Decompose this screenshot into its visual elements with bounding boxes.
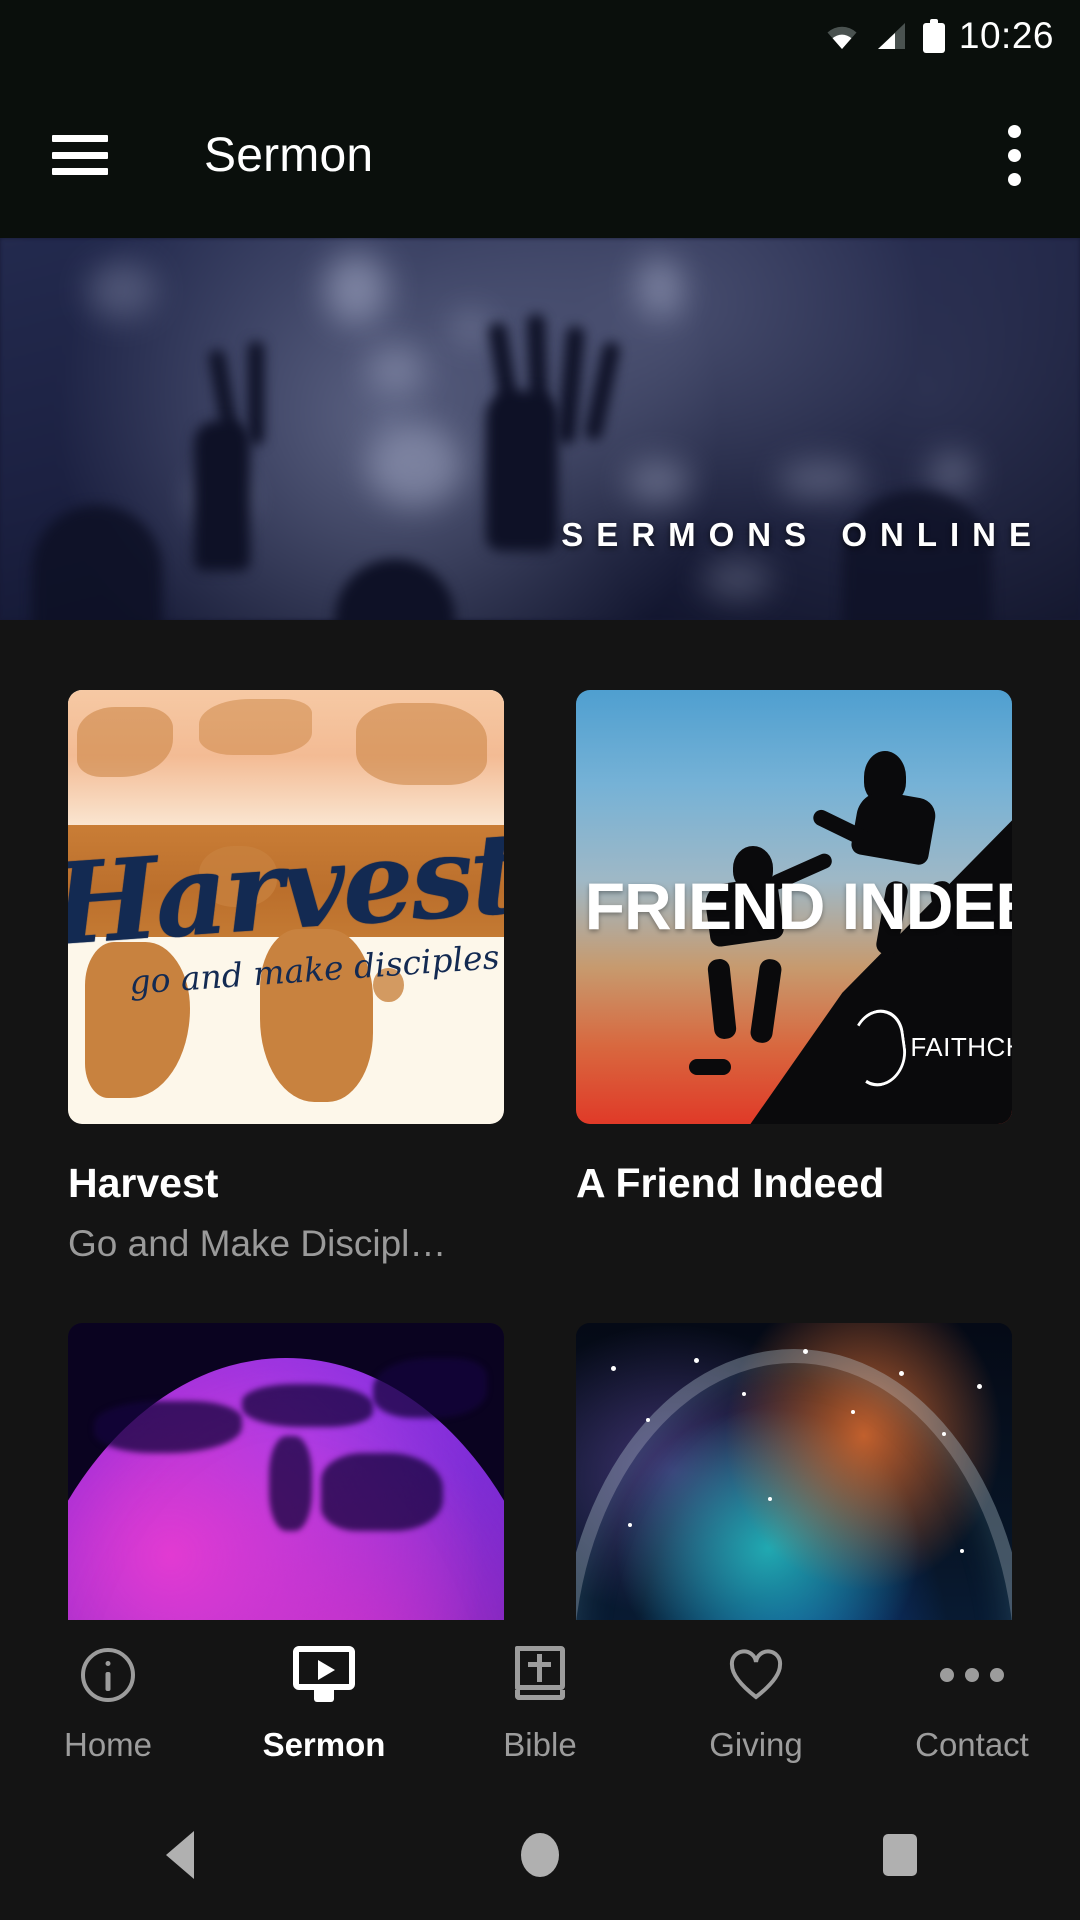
sermon-thumbnail[interactable]: Harvest go and make disciples <box>68 690 504 1124</box>
survived-artwork: SURVIVED <box>576 1323 1012 1630</box>
tab-contact[interactable]: Contact <box>864 1646 1080 1764</box>
sermon-card[interactable]: EACHING THE LOS <box>68 1323 504 1630</box>
tab-bible[interactable]: Bible <box>432 1646 648 1764</box>
bottom-tab-bar: Home Sermon Bible Giving Contact <box>0 1620 1080 1790</box>
battery-icon <box>922 19 945 53</box>
ellipsis-icon <box>940 1646 1004 1704</box>
tab-home[interactable]: Home <box>0 1646 216 1764</box>
app-screen: 10:26 Sermon SERMONS ONLINE Harvest go a… <box>0 0 1080 1920</box>
faith-church-logo: FAITHCH <box>848 1002 1012 1094</box>
app-bar: Sermon <box>0 72 1080 238</box>
reaching-the-lost-artwork: EACHING THE LOS <box>68 1323 504 1630</box>
sermon-thumbnail[interactable]: FRIEND INDEE FAITHCH <box>576 690 1012 1124</box>
tab-label: Home <box>63 1726 153 1763</box>
android-nav-bar <box>0 1790 1080 1920</box>
tab-label: Giving <box>709 1726 803 1763</box>
back-triangle-icon[interactable] <box>0 1831 360 1879</box>
overflow-menu-icon[interactable] <box>986 119 1042 191</box>
friend-indeed-headline: FRIEND INDEE <box>584 868 1012 943</box>
info-circle-icon <box>81 1646 135 1704</box>
tab-label: Bible <box>503 1726 577 1763</box>
sermon-thumbnail[interactable]: SURVIVED <box>576 1323 1012 1630</box>
harvest-artwork: Harvest go and make disciples <box>68 690 504 1124</box>
sermon-card-title: Harvest <box>68 1160 219 1206</box>
sermons-online-banner[interactable]: SERMONS ONLINE <box>0 238 1080 620</box>
tab-sermon[interactable]: Sermon <box>216 1646 432 1764</box>
tab-giving[interactable]: Giving <box>648 1646 864 1764</box>
tab-label: Contact <box>915 1726 1029 1763</box>
banner-background <box>0 238 1080 620</box>
status-bar: 10:26 <box>0 0 1080 72</box>
sermon-card[interactable]: SURVIVED <box>576 1323 1012 1630</box>
video-screen-icon <box>293 1646 355 1704</box>
sermon-card-subtitle: Go and Make Discipl… <box>68 1223 447 1264</box>
sermon-list: Harvest go and make disciples Harvest Go… <box>0 620 1080 1630</box>
tab-label: Sermon <box>262 1726 386 1763</box>
page-title: Sermon <box>204 128 374 182</box>
sermon-card-title: A Friend Indeed <box>576 1160 885 1206</box>
sermon-grid: Harvest go and make disciples Harvest Go… <box>0 620 1080 1630</box>
book-cross-icon <box>515 1646 565 1704</box>
sermon-card[interactable]: FRIEND INDEE FAITHCH A Friend Indeed <box>576 690 1012 1265</box>
faith-logo-text: FAITHCH <box>910 1032 1012 1063</box>
status-icons <box>825 19 945 53</box>
signal-icon <box>875 22 907 50</box>
status-clock: 10:26 <box>958 15 1054 56</box>
hamburger-menu-icon[interactable] <box>52 135 108 175</box>
banner-label: SERMONS ONLINE <box>561 516 1044 553</box>
recents-square-icon[interactable] <box>720 1834 1080 1876</box>
faith-mark-icon <box>848 1002 911 1094</box>
heart-icon <box>728 1646 784 1704</box>
wifi-icon <box>825 23 859 49</box>
sermon-card[interactable]: Harvest go and make disciples Harvest Go… <box>68 690 504 1265</box>
friend-indeed-artwork: FRIEND INDEE FAITHCH <box>576 690 1012 1124</box>
sermon-thumbnail[interactable]: EACHING THE LOS <box>68 1323 504 1630</box>
home-circle-icon[interactable] <box>360 1833 720 1877</box>
